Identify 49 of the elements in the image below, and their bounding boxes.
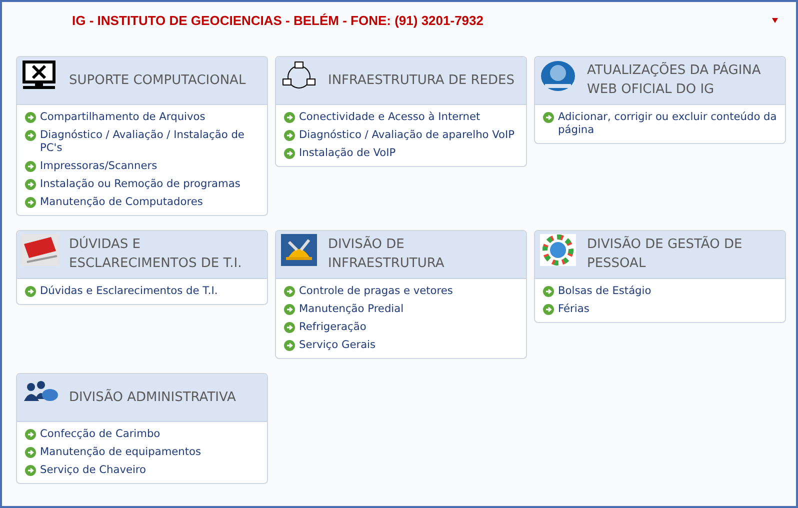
service-link[interactable]: Manutenção Predial <box>299 303 404 316</box>
bullet-icon <box>284 304 295 315</box>
bullet-icon <box>25 179 36 190</box>
bullet-icon <box>25 286 36 297</box>
card-title: INFRAESTRUTURA DE REDES <box>327 72 514 90</box>
bullet-icon <box>284 322 295 333</box>
service-link[interactable]: Serviço de Chaveiro <box>40 464 146 477</box>
card-title: ATUALIZAÇÕES DA PÁGINA WEB OFICIAL DO IG <box>586 61 762 99</box>
service-link[interactable]: Dúvidas e Esclarecimentos de T.I. <box>40 285 218 298</box>
card-title: SUPORTE COMPUTACIONAL <box>68 72 246 90</box>
service-link[interactable]: Controle de pragas e vetores <box>299 285 453 298</box>
service-link[interactable]: Diagnóstico / Avaliação / Instalação de PC's <box>40 129 263 155</box>
bullet-icon <box>25 465 36 476</box>
bullet-icon <box>25 447 36 458</box>
bullet-icon <box>284 112 295 123</box>
service-link[interactable]: Manutenção de equipamentos <box>40 446 202 459</box>
service-link[interactable]: Confecção de Carimbo <box>40 428 160 441</box>
service-link[interactable]: Adicionar, corrigir ou excluir conteúdo da página <box>558 111 781 137</box>
service-link[interactable]: Manutenção de Computadores <box>40 196 203 209</box>
header-title: IG - INSTITUTO DE GEOCIENCIAS - BELÉM - FONE: (91) 3201-7932 <box>72 12 484 28</box>
bullet-icon <box>543 304 554 315</box>
service-link[interactable]: Instalação ou Remoção de programas <box>40 178 240 191</box>
bullet-icon <box>284 130 295 141</box>
bullet-icon <box>25 130 36 141</box>
service-link[interactable]: Refrigeração <box>299 321 366 334</box>
service-link[interactable]: Férias <box>558 303 590 316</box>
bullet-icon <box>543 112 554 123</box>
bullet-icon <box>25 112 36 123</box>
service-link[interactable]: Instalação de VoIP <box>299 147 396 160</box>
bullet-icon <box>25 161 36 172</box>
caret-icon[interactable] <box>772 18 778 22</box>
bullet-icon <box>284 340 295 351</box>
service-link[interactable]: Diagnóstico / Avaliação de aparelho VoIP <box>299 129 515 142</box>
card-title: DIVISÃO DE GESTÃO DE PESSOAL <box>586 235 744 273</box>
bullet-icon <box>25 429 36 440</box>
card-title: DIVISÃO ADMINISTRATIVA <box>68 388 236 406</box>
bullet-icon <box>284 148 295 159</box>
service-link[interactable]: Compartilhamento de Arquivos <box>40 111 206 124</box>
service-link[interactable]: Serviço Gerais <box>299 339 376 352</box>
service-link[interactable]: Bolsas de Estágio <box>558 285 652 298</box>
card-title: DÚVIDAS E ESCLARECIMENTOS DE T.I. <box>68 235 243 273</box>
bullet-icon <box>284 286 295 297</box>
bullet-icon <box>25 197 36 208</box>
hardhat-tools-icon <box>280 234 318 266</box>
card-title: DIVISÃO DE INFRAESTRUTURA <box>327 235 446 273</box>
bullet-icon <box>543 286 554 297</box>
color-wheel-icon <box>539 234 577 266</box>
service-link[interactable]: Conectividade e Acesso à Internet <box>299 111 480 124</box>
service-link[interactable]: Impressoras/Scanners <box>40 160 158 173</box>
